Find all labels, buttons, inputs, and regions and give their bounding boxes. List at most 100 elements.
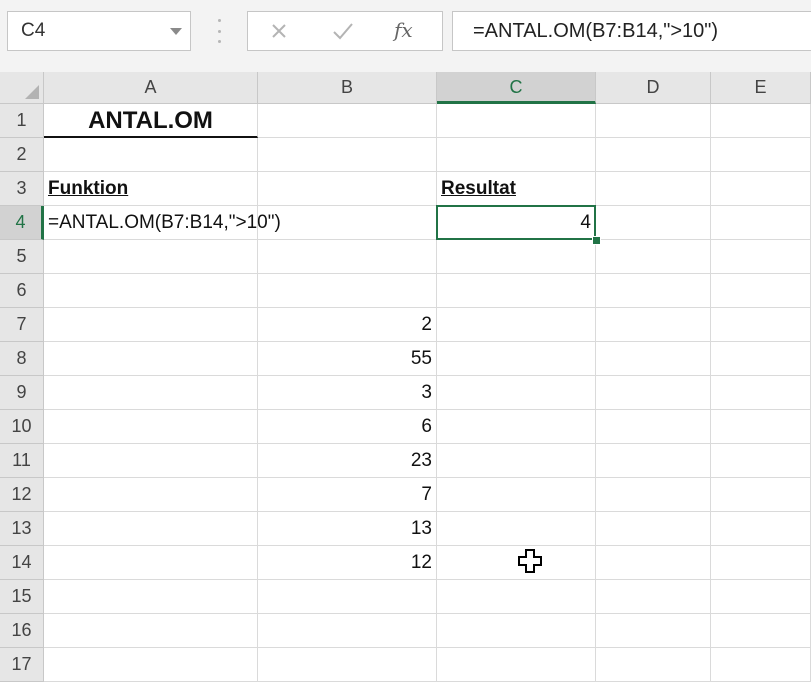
cell-c9[interactable] <box>437 376 596 410</box>
cell-e16[interactable] <box>711 614 811 648</box>
formula-input[interactable]: =ANTAL.OM(B7:B14,">10") <box>452 11 811 51</box>
row-header-9[interactable]: 9 <box>0 376 44 410</box>
cell-a2[interactable] <box>44 138 258 172</box>
cell-d4[interactable] <box>596 206 711 240</box>
row-header-12[interactable]: 12 <box>0 478 44 512</box>
value-cell-b14[interactable]: 12 <box>258 546 437 580</box>
cell-a13[interactable] <box>44 512 258 546</box>
cell-c7[interactable] <box>437 308 596 342</box>
cell-d14[interactable] <box>596 546 711 580</box>
cell-a11[interactable] <box>44 444 258 478</box>
cell-c12[interactable] <box>437 478 596 512</box>
cell-d13[interactable] <box>596 512 711 546</box>
cell-e10[interactable] <box>711 410 811 444</box>
cell-e6[interactable] <box>711 274 811 308</box>
row-header-15[interactable]: 15 <box>0 580 44 614</box>
cell-a17[interactable] <box>44 648 258 682</box>
cell-e5[interactable] <box>711 240 811 274</box>
row-header-14[interactable]: 14 <box>0 546 44 580</box>
row-header-13[interactable]: 13 <box>0 512 44 546</box>
cell-b17[interactable] <box>258 648 437 682</box>
cell-c17[interactable] <box>437 648 596 682</box>
name-box[interactable]: C4 <box>7 11 191 51</box>
cell-a6[interactable] <box>44 274 258 308</box>
row-header-3[interactable]: 3 <box>0 172 44 206</box>
cell-c15[interactable] <box>437 580 596 614</box>
cell-d9[interactable] <box>596 376 711 410</box>
cell-d12[interactable] <box>596 478 711 512</box>
cell-d8[interactable] <box>596 342 711 376</box>
result-value-cell[interactable]: 4 <box>437 206 596 240</box>
value-cell-b13[interactable]: 13 <box>258 512 437 546</box>
column-header-e[interactable]: E <box>711 72 811 104</box>
cell-d16[interactable] <box>596 614 711 648</box>
cell-d11[interactable] <box>596 444 711 478</box>
select-all-button[interactable] <box>0 72 44 104</box>
cell-c1[interactable] <box>437 104 596 138</box>
cell-d2[interactable] <box>596 138 711 172</box>
cell-b3[interactable] <box>258 172 437 206</box>
column-header-d[interactable]: D <box>596 72 711 104</box>
cell-c13[interactable] <box>437 512 596 546</box>
column-header-c[interactable]: C <box>437 72 596 104</box>
cell-e12[interactable] <box>711 478 811 512</box>
cell-b1[interactable] <box>258 104 437 138</box>
row-header-8[interactable]: 8 <box>0 342 44 376</box>
cell-a12[interactable] <box>44 478 258 512</box>
value-cell-b12[interactable]: 7 <box>258 478 437 512</box>
cell-b16[interactable] <box>258 614 437 648</box>
cell-d6[interactable] <box>596 274 711 308</box>
cell-a7[interactable] <box>44 308 258 342</box>
cell-a9[interactable] <box>44 376 258 410</box>
cell-e3[interactable] <box>711 172 811 206</box>
cell-e2[interactable] <box>711 138 811 172</box>
cell-d5[interactable] <box>596 240 711 274</box>
sheet-title[interactable]: ANTAL.OM <box>44 104 258 138</box>
spreadsheet-grid[interactable]: A B C D E 1 ANTAL.OM 2 3 Funktion Resultat 4 =ANTAL.… <box>0 72 811 692</box>
row-header-2[interactable]: 2 <box>0 138 44 172</box>
function-heading[interactable]: Funktion <box>44 172 258 206</box>
value-cell-b10[interactable]: 6 <box>258 410 437 444</box>
cell-b4[interactable] <box>258 206 437 240</box>
cell-e11[interactable] <box>711 444 811 478</box>
row-header-17[interactable]: 17 <box>0 648 44 682</box>
value-cell-b8[interactable]: 55 <box>258 342 437 376</box>
cell-d1[interactable] <box>596 104 711 138</box>
cell-e15[interactable] <box>711 580 811 614</box>
cell-e1[interactable] <box>711 104 811 138</box>
cell-a8[interactable] <box>44 342 258 376</box>
column-header-a[interactable]: A <box>44 72 258 104</box>
cell-b5[interactable] <box>258 240 437 274</box>
cell-c6[interactable] <box>437 274 596 308</box>
row-header-11[interactable]: 11 <box>0 444 44 478</box>
row-header-4[interactable]: 4 <box>0 206 44 240</box>
row-header-10[interactable]: 10 <box>0 410 44 444</box>
value-cell-b7[interactable]: 2 <box>258 308 437 342</box>
cell-a5[interactable] <box>44 240 258 274</box>
chevron-down-icon[interactable] <box>170 28 182 35</box>
row-header-5[interactable]: 5 <box>0 240 44 274</box>
cell-a16[interactable] <box>44 614 258 648</box>
cell-d10[interactable] <box>596 410 711 444</box>
cell-b6[interactable] <box>258 274 437 308</box>
cell-c11[interactable] <box>437 444 596 478</box>
cell-c5[interactable] <box>437 240 596 274</box>
value-cell-b11[interactable]: 23 <box>258 444 437 478</box>
fill-handle[interactable] <box>592 236 601 245</box>
cell-e17[interactable] <box>711 648 811 682</box>
cell-d17[interactable] <box>596 648 711 682</box>
column-header-b[interactable]: B <box>258 72 437 104</box>
cell-e4[interactable] <box>711 206 811 240</box>
enter-button[interactable] <box>318 12 368 50</box>
row-header-1[interactable]: 1 <box>0 104 44 138</box>
row-header-6[interactable]: 6 <box>0 274 44 308</box>
value-cell-b9[interactable]: 3 <box>258 376 437 410</box>
cell-e14[interactable] <box>711 546 811 580</box>
cell-e13[interactable] <box>711 512 811 546</box>
insert-function-icon[interactable]: fx <box>394 18 413 42</box>
cell-a15[interactable] <box>44 580 258 614</box>
row-header-16[interactable]: 16 <box>0 614 44 648</box>
cell-c10[interactable] <box>437 410 596 444</box>
result-heading[interactable]: Resultat <box>437 172 596 206</box>
cell-d3[interactable] <box>596 172 711 206</box>
